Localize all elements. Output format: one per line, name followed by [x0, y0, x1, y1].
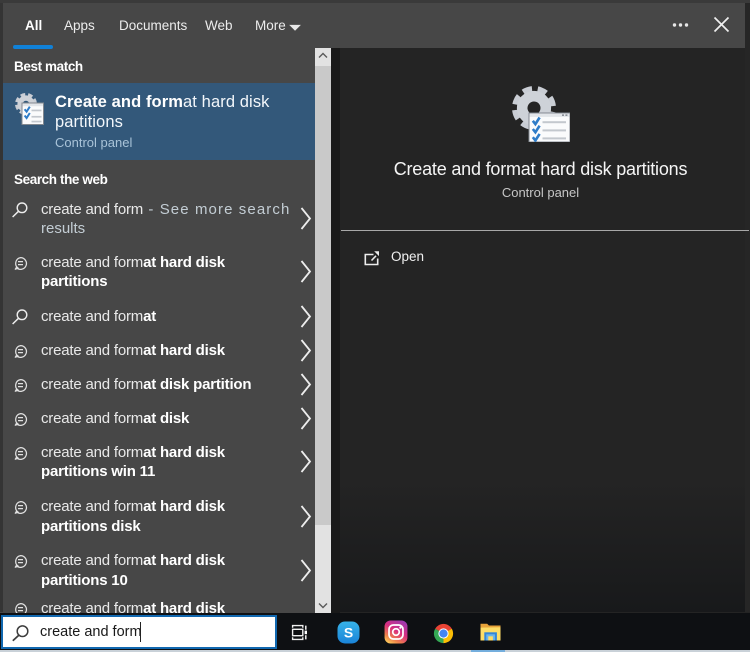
svg-text:S: S [344, 625, 353, 641]
